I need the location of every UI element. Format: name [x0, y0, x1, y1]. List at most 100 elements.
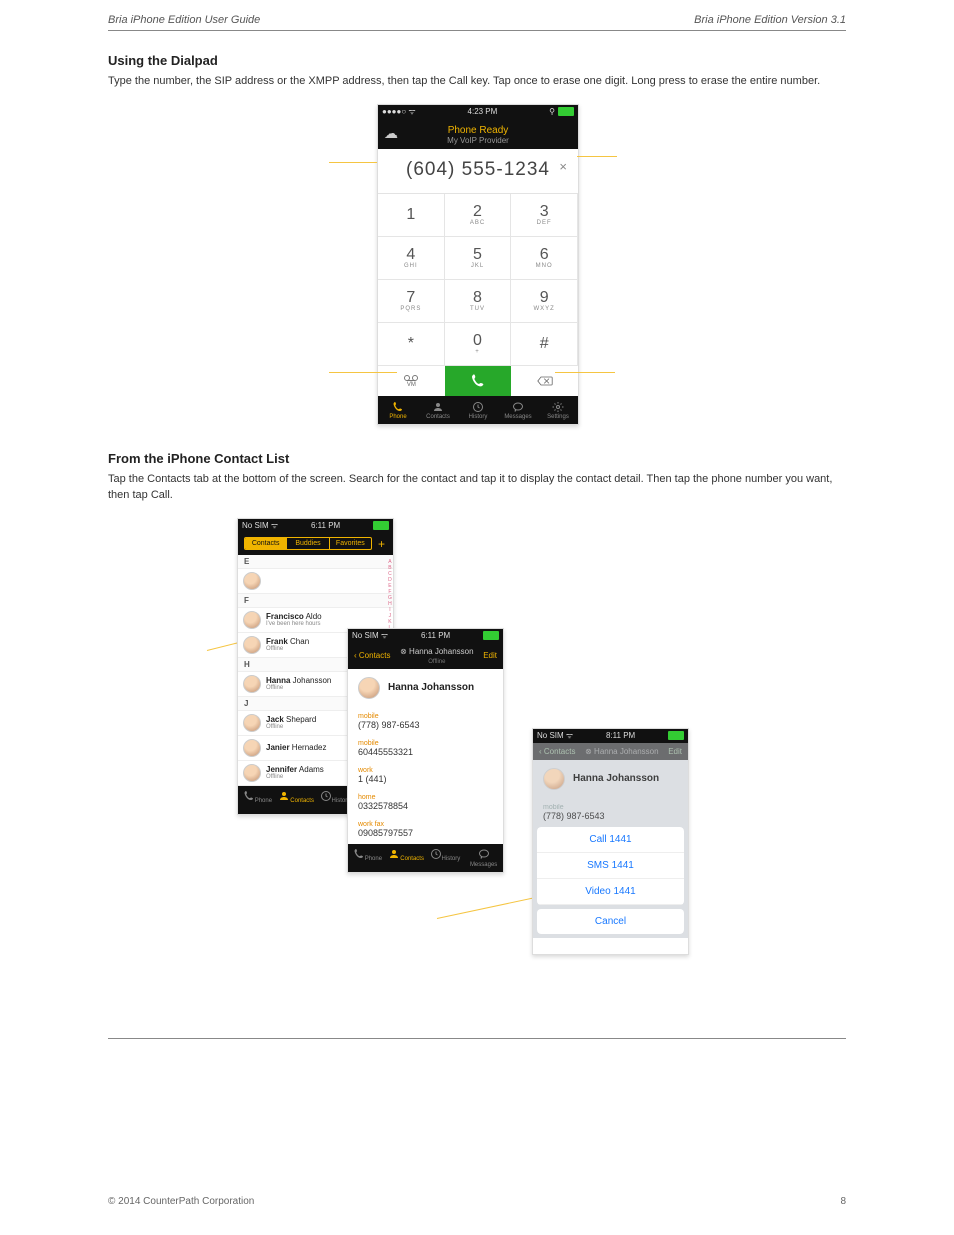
avatar — [543, 768, 565, 790]
phone-number-row[interactable]: mobile60445553321 — [348, 736, 503, 763]
backspace-button[interactable] — [511, 366, 578, 396]
section-title-2: From the iPhone Contact List — [108, 451, 846, 466]
vm-label: VM — [407, 382, 416, 388]
clear-icon[interactable]: × — [559, 159, 568, 174]
page-number: 8 — [840, 1196, 846, 1207]
nav-bar-dim: ‹ Contacts ⊗ Hanna Johansson Edit — [533, 743, 688, 760]
avatar — [243, 636, 261, 654]
section-title-1: Using the Dialpad — [108, 53, 846, 68]
battery-icon — [668, 731, 684, 740]
phone-number-row[interactable]: mobile(778) 987-6543 — [348, 709, 503, 736]
tab-history[interactable]: History — [426, 844, 465, 872]
dial-key-*[interactable]: * — [378, 323, 445, 366]
action-call[interactable]: Call 1441 — [537, 827, 684, 853]
dial-key-7[interactable]: 7PQRS — [378, 280, 445, 323]
battery-icon — [483, 631, 499, 640]
dial-key-8[interactable]: 8TUV — [445, 280, 512, 323]
callout-line — [329, 162, 377, 163]
callout-line — [555, 372, 615, 373]
phone-number-row[interactable]: home0332578854 — [348, 790, 503, 817]
top-rule — [108, 30, 846, 31]
doc-header-left: Bria iPhone Edition User Guide — [108, 14, 260, 26]
contact-header: Hanna Johansson — [348, 669, 503, 709]
status-bar: ●●●●○ ᯤ 4:23 PM ⚲ — [378, 105, 578, 119]
segmented-bar: ContactsBuddiesFavorites + — [238, 533, 393, 555]
signal: No SIM ᯤ — [352, 630, 388, 641]
avatar — [358, 677, 380, 699]
avatar — [243, 611, 261, 629]
section-body-2: Tap the Contacts tab at the bottom of th… — [108, 472, 846, 504]
section-body-1: Type the number, the SIP address or the … — [108, 74, 846, 90]
dial-key-3[interactable]: 3DEF — [511, 194, 578, 237]
dial-key-2[interactable]: 2ABC — [445, 194, 512, 237]
tab-contacts[interactable]: Contacts — [387, 844, 426, 872]
phone-number-row[interactable]: mobile(778) 987-6543 — [533, 800, 688, 827]
tab-contacts[interactable]: Contacts — [418, 396, 458, 424]
nav-bar: ‹ Contacts ⊗ Hanna JohanssonOffline Edit — [348, 643, 503, 669]
screenshot-stack: No SIM ᯤ 6:11 PM ContactsBuddiesFavorite… — [237, 518, 717, 978]
section-header: F — [238, 594, 393, 608]
page-footer: © 2014 CounterPath Corporation 8 — [108, 1196, 846, 1207]
doc-header-right: Bria iPhone Edition Version 3.1 — [694, 14, 846, 26]
tab-messages[interactable]: Messages — [498, 396, 538, 424]
tab-contacts[interactable]: Contacts — [277, 786, 316, 814]
dial-key-9[interactable]: 9WXYZ — [511, 280, 578, 323]
voicemail-button[interactable]: VM — [378, 366, 445, 396]
dial-key-#[interactable]: # — [511, 323, 578, 366]
phone-status-title: Phone Ready — [378, 125, 578, 136]
signal-icon: ●●●●○ ᯤ — [382, 106, 416, 117]
dial-key-0[interactable]: 0+ — [445, 323, 512, 366]
call-button[interactable] — [445, 366, 512, 396]
tab-messages[interactable]: Messages — [464, 844, 503, 872]
app-header: ☁ Phone Ready My VoIP Provider — [378, 119, 578, 149]
dial-key-6[interactable]: 6MNO — [511, 237, 578, 280]
battery-icon — [558, 107, 574, 116]
dial-entry[interactable]: (604) 555-1234 × — [378, 149, 578, 194]
status-right: ⚲ — [549, 107, 574, 116]
dial-key-5[interactable]: 5JKL — [445, 237, 512, 280]
battery-icon — [373, 521, 389, 530]
avatar — [243, 572, 261, 590]
action-sms[interactable]: SMS 1441 — [537, 853, 684, 879]
status-bar: No SIM ᯤ 6:11 PM — [238, 519, 393, 533]
callout-line — [577, 156, 617, 157]
avatar — [243, 714, 261, 732]
status-time: 8:11 PM — [606, 731, 635, 740]
copyright: © 2014 CounterPath Corporation — [108, 1196, 254, 1207]
add-contact-button[interactable]: + — [376, 537, 387, 551]
dial-entry-number: (604) 555-1234 — [406, 159, 550, 180]
nav-title: Hanna Johansson — [409, 647, 474, 656]
tab-settings[interactable]: Settings — [538, 396, 578, 424]
action-video[interactable]: Video 1441 — [537, 879, 684, 905]
edit-button[interactable]: Edit — [483, 651, 497, 660]
avatar — [243, 764, 261, 782]
section-header: E — [238, 555, 393, 569]
status-time: 4:23 PM — [468, 107, 498, 116]
back-button[interactable]: ‹ Contacts — [354, 651, 390, 660]
avatar — [243, 675, 261, 693]
tab-history[interactable]: History — [458, 396, 498, 424]
status-time: 6:11 PM — [421, 631, 450, 640]
tab-phone[interactable]: Phone — [348, 844, 387, 872]
dial-key-1[interactable]: 1 — [378, 194, 445, 237]
contact-name: Hanna Johansson — [388, 682, 474, 693]
contact-name: Hanna Johansson — [573, 773, 659, 784]
contact-row[interactable] — [238, 569, 393, 594]
seg-favorites[interactable]: Favorites — [330, 538, 371, 549]
phone-number-row[interactable]: work fax09085797557 — [348, 817, 503, 844]
status-time: 6:11 PM — [311, 521, 340, 530]
callout-line — [329, 372, 397, 373]
bottom-rule — [108, 1038, 846, 1039]
status-bar: No SIM ᯤ 6:11 PM — [348, 629, 503, 643]
action-sheet: Call 1441SMS 1441Video 1441 Cancel — [537, 827, 684, 934]
signal: No SIM ᯤ — [537, 730, 573, 741]
phone-number-row[interactable]: work1 (441) — [348, 763, 503, 790]
cancel-button[interactable]: Cancel — [537, 909, 684, 934]
signal: No SIM ᯤ — [242, 520, 278, 531]
presence-icon[interactable]: ☁ — [384, 125, 398, 142]
tab-phone[interactable]: Phone — [378, 396, 418, 424]
seg-buddies[interactable]: Buddies — [287, 538, 329, 549]
seg-contacts[interactable]: Contacts — [245, 538, 287, 549]
dial-key-4[interactable]: 4GHI — [378, 237, 445, 280]
tab-phone[interactable]: Phone — [238, 786, 277, 814]
